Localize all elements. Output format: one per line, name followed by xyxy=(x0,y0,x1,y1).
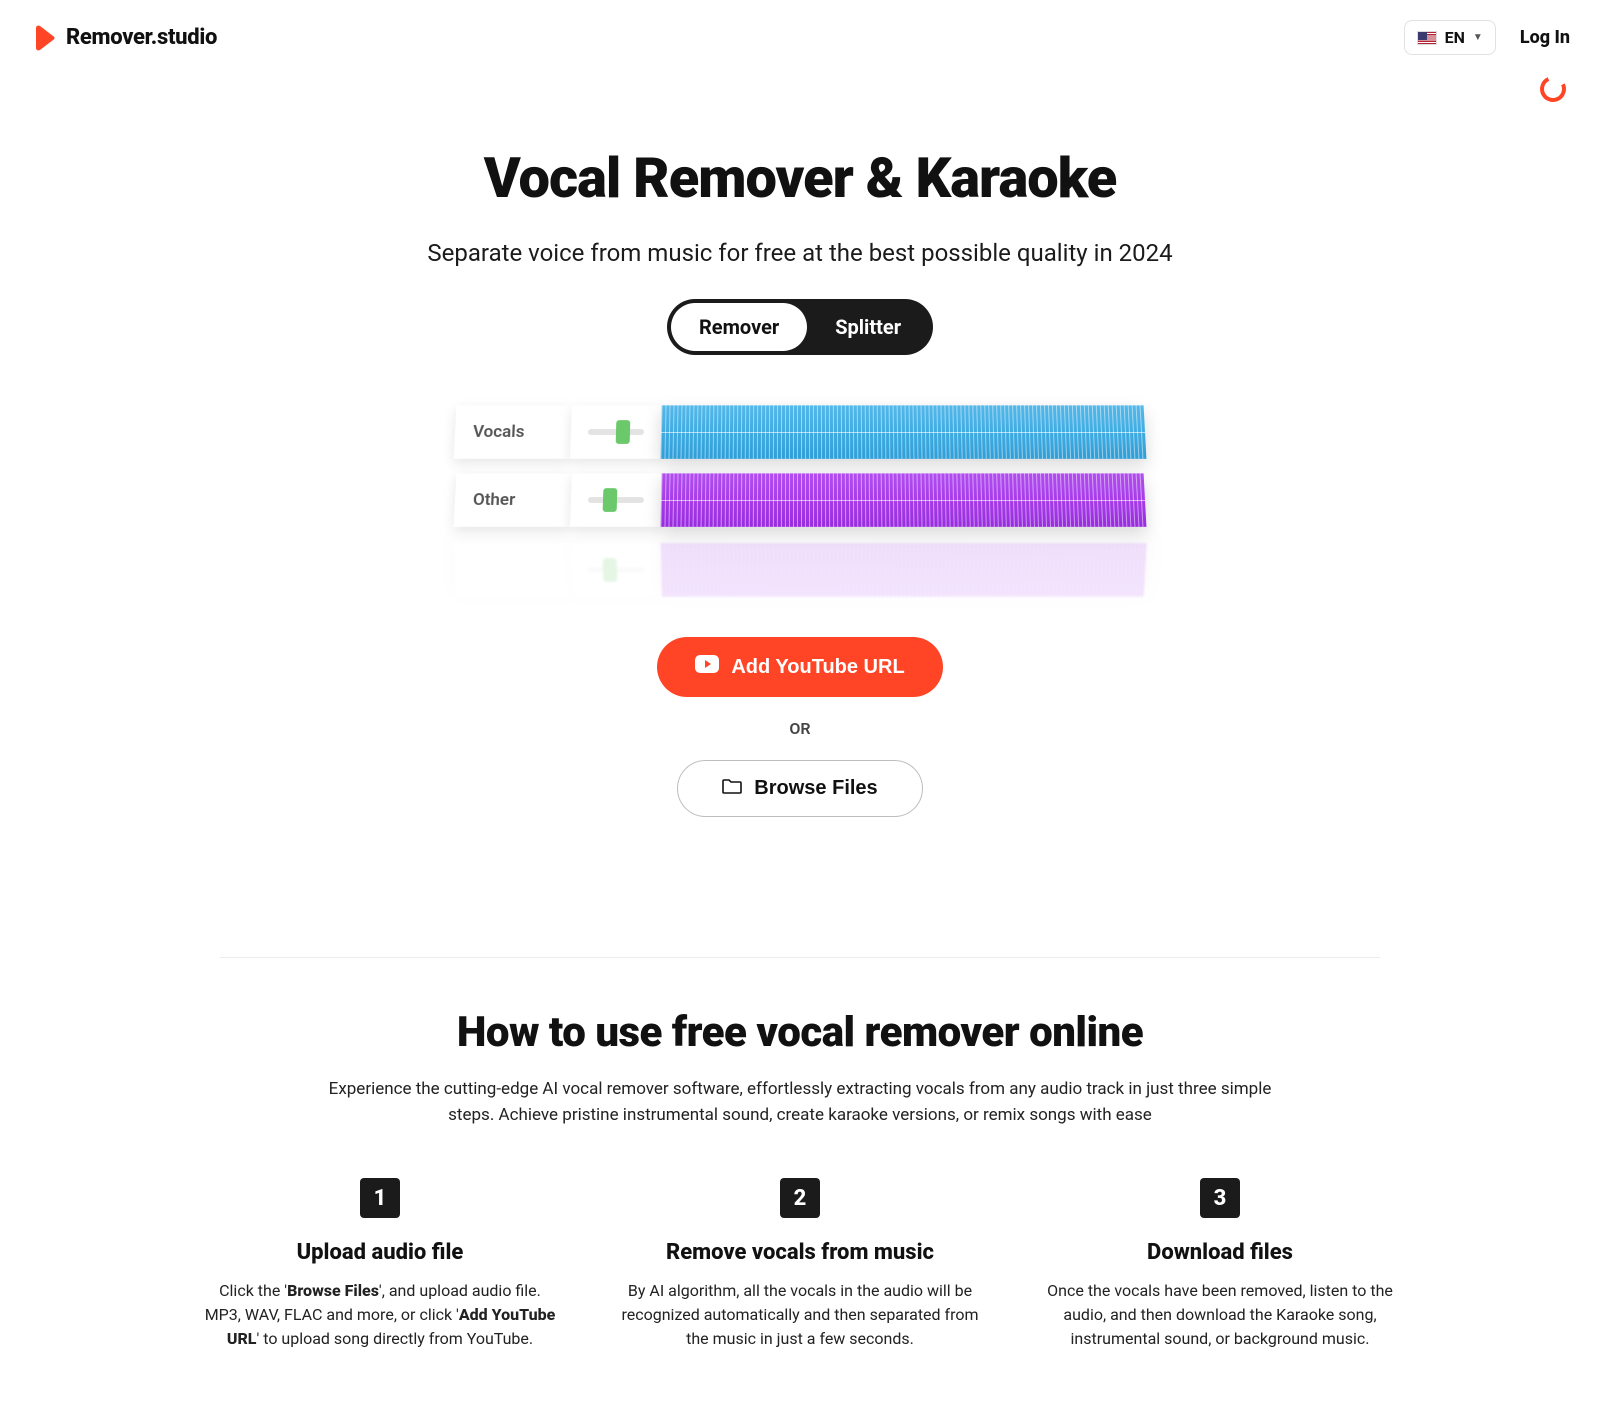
folder-icon xyxy=(722,777,742,800)
howto-title: How to use free vocal remover online xyxy=(60,1008,1540,1057)
language-selector[interactable]: EN ▼ xyxy=(1404,20,1496,55)
track-vocals-label: Vocals xyxy=(454,405,572,458)
track-other-volume xyxy=(570,473,662,526)
add-youtube-button[interactable]: Add YouTube URL xyxy=(657,637,942,697)
language-code: EN xyxy=(1445,28,1465,47)
step-1: 1 Upload audio file Click the 'Browse Fi… xyxy=(200,1178,560,1351)
add-youtube-label: Add YouTube URL xyxy=(731,656,904,679)
mode-toggle: Remover Splitter xyxy=(667,299,933,355)
track-preview: Vocals Other xyxy=(455,405,1145,597)
header: Remover.studio EN ▼ Log In xyxy=(0,0,1600,75)
step-number: 3 xyxy=(1200,1178,1240,1218)
flag-icon xyxy=(1417,31,1437,45)
youtube-icon xyxy=(695,655,719,679)
howto-section: How to use free vocal remover online Exp… xyxy=(0,958,1600,1411)
step-title: Remove vocals from music xyxy=(620,1240,980,1265)
step-title: Upload audio file xyxy=(200,1240,560,1265)
browse-files-label: Browse Files xyxy=(754,777,877,800)
step-2: 2 Remove vocals from music By AI algorit… xyxy=(620,1178,980,1351)
step-body: Click the 'Browse Files', and upload aud… xyxy=(200,1279,560,1351)
waveform-vocals xyxy=(660,405,1146,458)
howto-subtitle: Experience the cutting-edge AI vocal rem… xyxy=(310,1077,1290,1128)
step-3: 3 Download files Once the vocals have be… xyxy=(1040,1178,1400,1351)
track-other: Other xyxy=(454,473,1147,526)
step-number: 1 xyxy=(360,1178,400,1218)
track-vocals-volume xyxy=(570,405,662,458)
step-body: Once the vocals have been removed, liste… xyxy=(1040,1279,1400,1351)
step-number: 2 xyxy=(780,1178,820,1218)
login-link[interactable]: Log In xyxy=(1520,27,1570,48)
logo-text: Remover.studio xyxy=(66,25,217,50)
or-separator: OR xyxy=(789,719,810,738)
browse-files-button[interactable]: Browse Files xyxy=(677,760,922,817)
track-vocals: Vocals xyxy=(454,405,1147,458)
logo-play-icon xyxy=(30,24,58,52)
logo[interactable]: Remover.studio xyxy=(30,24,217,52)
page-subtitle: Separate voice from music for free at th… xyxy=(40,239,1560,267)
step-title: Download files xyxy=(1040,1240,1400,1265)
tab-remover[interactable]: Remover xyxy=(671,303,807,351)
waveform-other xyxy=(660,473,1146,526)
page-title: Vocal Remover & Karaoke xyxy=(40,145,1560,211)
tab-splitter[interactable]: Splitter xyxy=(807,303,929,351)
hero-section: Vocal Remover & Karaoke Separate voice f… xyxy=(0,75,1600,857)
track-other-label: Other xyxy=(454,473,572,526)
step-body: By AI algorithm, all the vocals in the a… xyxy=(620,1279,980,1351)
chevron-down-icon: ▼ xyxy=(1473,32,1483,43)
